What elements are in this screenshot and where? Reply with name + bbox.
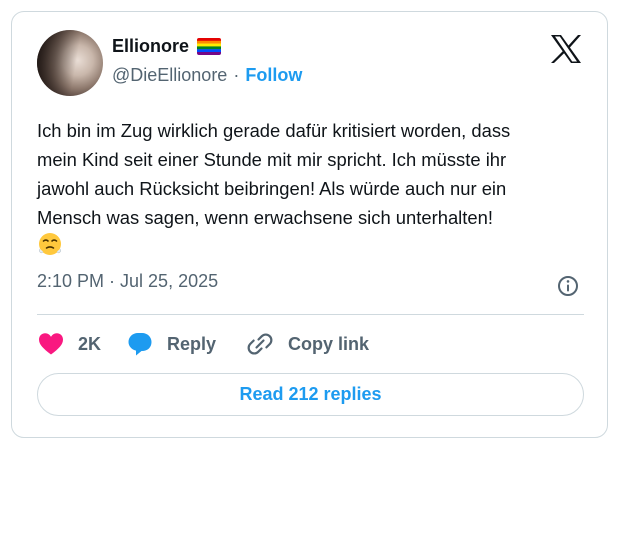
like-button[interactable]: 2K — [38, 332, 101, 356]
copy-link-label: Copy link — [288, 333, 370, 354]
reply-button[interactable]: Reply — [127, 331, 216, 357]
follow-button[interactable]: Follow — [245, 65, 302, 86]
x-logo-icon[interactable] — [550, 34, 582, 64]
divider — [37, 314, 584, 315]
info-icon[interactable] — [556, 274, 580, 298]
avatar-shading — [37, 30, 103, 96]
author-handle-row: @DieEllionore · Follow — [112, 65, 302, 86]
author-handle[interactable]: @DieEllionore — [112, 65, 227, 86]
separator-dot: · — [233, 65, 240, 85]
copy-link-button[interactable]: Copy link — [246, 330, 369, 358]
reply-bubble-icon — [128, 333, 152, 356]
author-display-name[interactable]: Ellionore — [112, 36, 189, 57]
rainbow-flag-icon — [197, 38, 222, 55]
author-avatar[interactable] — [37, 30, 103, 96]
like-count: 2K — [78, 333, 102, 354]
tweet-card: Ellionore @DieEllionore · Follow Ich bin… — [11, 11, 608, 438]
read-replies-button[interactable]: Read 212 replies — [37, 373, 584, 416]
tweet-text: Ich bin im Zug wirklich gerade dafür kri… — [37, 120, 511, 228]
action-bar: 2K Reply Copy link — [38, 329, 369, 359]
author-name-row: Ellionore — [112, 36, 222, 57]
tweet-timestamp[interactable]: 2:10 PM · Jul 25, 2025 — [37, 271, 218, 292]
tweet-timestamp-row: 2:10 PM · Jul 25, 2025 — [37, 271, 218, 292]
huffing-face-emoji-icon — [38, 232, 62, 256]
link-icon — [247, 333, 273, 355]
reply-label: Reply — [167, 333, 217, 354]
heart-icon — [39, 333, 63, 355]
